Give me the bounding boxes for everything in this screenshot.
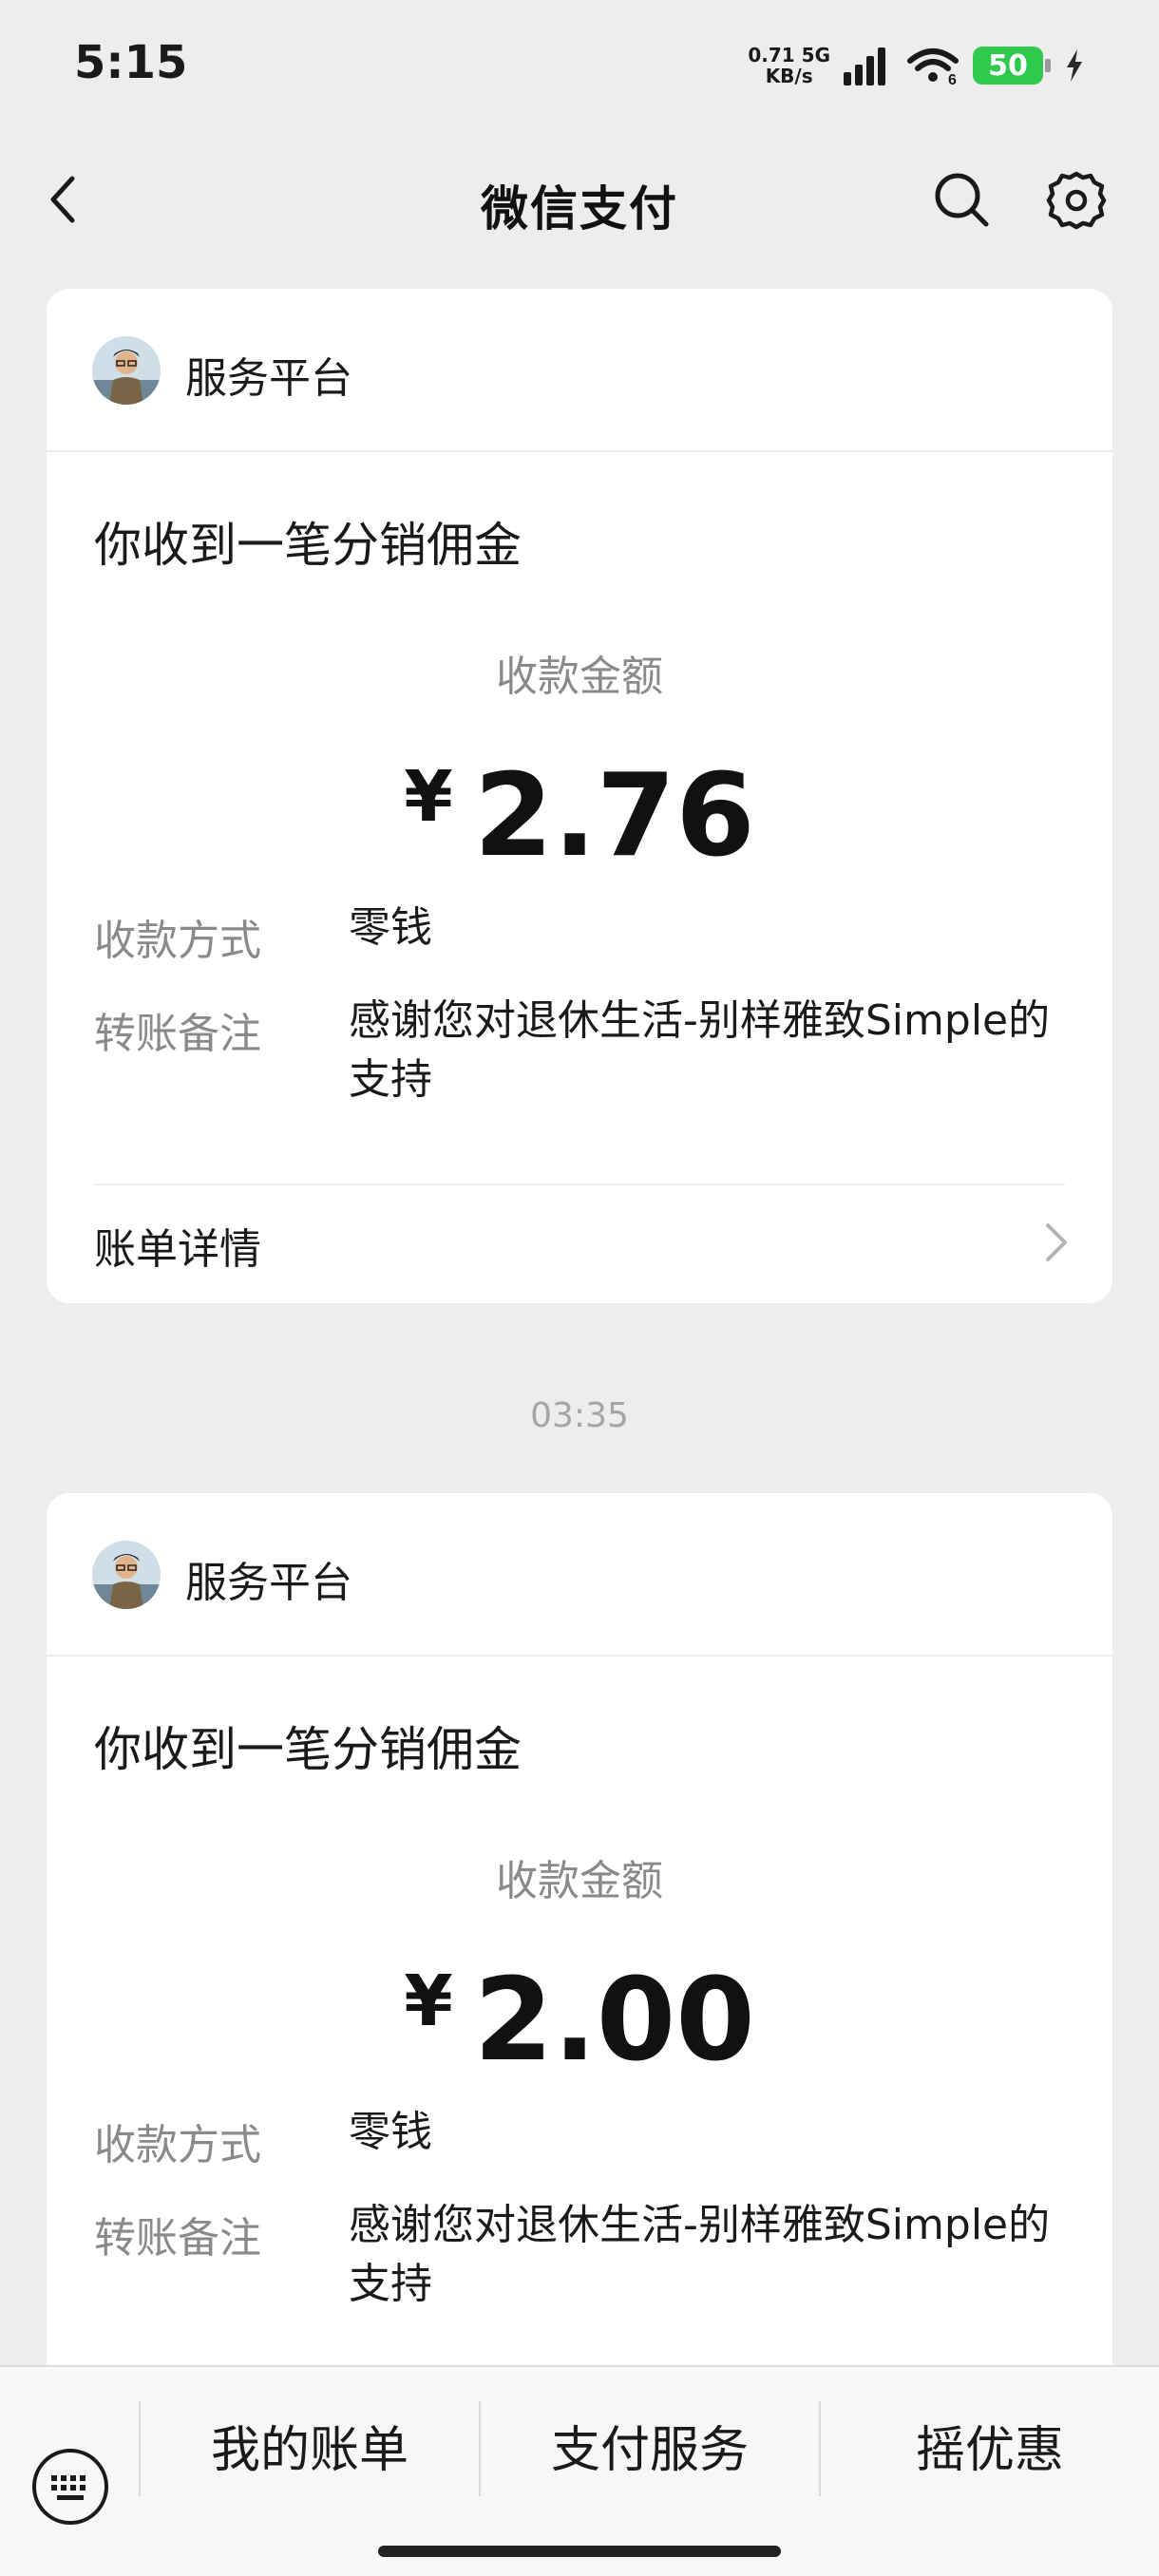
avatar — [92, 1541, 161, 1609]
currency-symbol: ¥ — [404, 756, 453, 838]
bottom-menu-bar: 我的账单 支付服务 摇优惠 — [0, 2365, 1159, 2576]
bill-detail-link[interactable]: 账单详情 — [94, 1215, 261, 1276]
network-speed: 0.71 5G KB/s — [748, 45, 830, 86]
avatar — [92, 336, 161, 405]
nav-bar: 微信支付 — [0, 142, 1159, 256]
amount-value: 2.00 — [473, 1955, 755, 2087]
net-speed-unit: KB/s — [765, 65, 813, 87]
amount-label: 收款金额 — [496, 1857, 663, 1905]
menu-payment-services[interactable]: 支付服务 — [481, 2413, 819, 2489]
status-bar: 5:15 0.71 5G KB/s 6 50 — [0, 0, 1159, 133]
amount-label: 收款金额 — [496, 653, 663, 701]
message-timestamp: 03:35 — [530, 1396, 629, 1435]
menu-shake-offers[interactable]: 摇优惠 — [821, 2413, 1159, 2489]
message-title: 你收到一笔分销佣金 — [94, 518, 522, 573]
amount-value: 2.76 — [473, 750, 755, 882]
wifi-badge: 6 — [948, 72, 957, 85]
method-value: 零钱 — [349, 2108, 432, 2156]
charging-icon — [1067, 49, 1082, 82]
method-label: 收款方式 — [94, 917, 261, 965]
signal-icon — [844, 46, 893, 85]
card-header: 服务平台 — [47, 289, 1112, 452]
currency-symbol: ¥ — [404, 1960, 453, 2042]
payment-amount: ¥2.00 — [47, 1940, 1112, 2083]
payment-amount: ¥2.76 — [47, 735, 1112, 879]
method-value: 零钱 — [349, 903, 432, 952]
network-type: 5G — [801, 44, 830, 66]
note-label: 转账备注 — [94, 1010, 261, 1058]
net-speed-value: 0.71 — [748, 44, 795, 66]
message-title: 你收到一笔分销佣金 — [94, 1722, 522, 1777]
payment-message-card[interactable]: 服务平台 你收到一笔分销佣金 收款金额 ¥2.00 收款方式 零钱 转账备注 感… — [47, 1493, 1112, 2443]
note-value: 感谢您对退休生活-别样雅致Simple的支持 — [349, 996, 1051, 1104]
chevron-right-icon — [1046, 1223, 1067, 1261]
method-label: 收款方式 — [94, 2121, 261, 2169]
battery-level: 50 — [988, 48, 1028, 83]
gear-icon[interactable] — [1045, 169, 1108, 232]
wifi-icon: 6 — [907, 48, 959, 85]
status-time: 5:15 — [74, 36, 188, 89]
wechat-pay-screen: 5:15 0.71 5G KB/s 6 50 微信支付 服务平台 你收到一笔分销… — [0, 0, 1159, 2576]
menu-my-bills[interactable]: 我的账单 — [141, 2413, 479, 2489]
status-indicators: 0.71 5G KB/s 6 50 — [748, 42, 1085, 89]
note-value: 感谢您对退休生活-别样雅致Simple的支持 — [349, 2201, 1051, 2308]
payment-message-card[interactable]: 服务平台 你收到一笔分销佣金 收款金额 ¥2.76 收款方式 零钱 转账备注 感… — [47, 289, 1112, 1303]
keyboard-icon[interactable] — [30, 2447, 110, 2527]
platform-name: 服务平台 — [185, 1559, 352, 1607]
platform-name: 服务平台 — [185, 354, 352, 403]
search-icon[interactable] — [931, 169, 992, 230]
card-header: 服务平台 — [47, 1493, 1112, 1657]
note-label: 转账备注 — [94, 2214, 261, 2263]
battery-indicator: 50 — [973, 47, 1051, 85]
divider — [94, 1184, 1065, 1185]
home-indicator[interactable] — [378, 2546, 781, 2557]
